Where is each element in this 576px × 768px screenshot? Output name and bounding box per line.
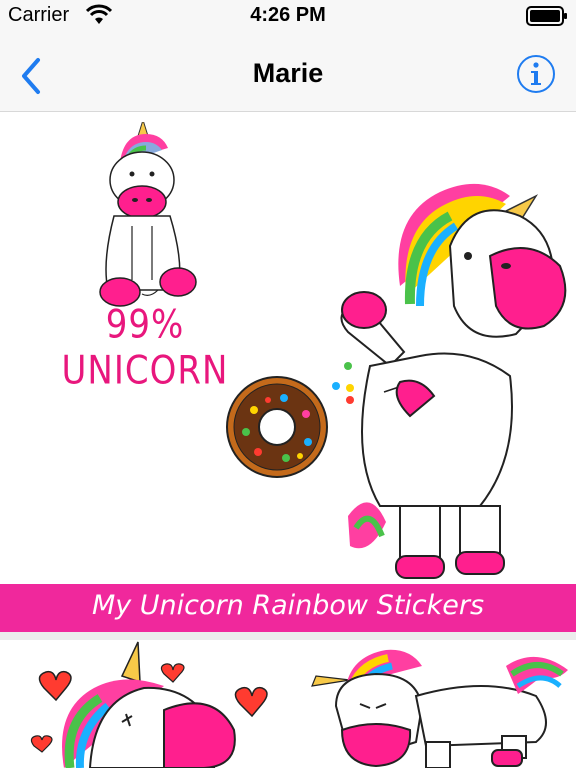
conversation-area: 99% UNICORN: [0, 112, 576, 584]
sticker-caption: 99% UNICORN: [61, 302, 229, 394]
sitting-unicorn-sticker[interactable]: [80, 122, 220, 312]
sticker-pack-banner: My Unicorn Rainbow Stickers: [0, 584, 576, 632]
unicorn-running-sticker[interactable]: [306, 646, 576, 768]
info-button[interactable]: [516, 54, 556, 94]
battery-full-icon: [526, 6, 567, 26]
conversation-title: Marie: [252, 58, 324, 88]
sticker-drawer: [0, 640, 576, 768]
sticker-pack-title: My Unicorn Rainbow Stickers: [91, 590, 485, 621]
navigation-bar: Marie: [0, 40, 576, 112]
status-bar: Carrier 4:26 PM: [0, 0, 576, 40]
unicorn-hearts-sticker[interactable]: [14, 640, 284, 768]
donut-sticker[interactable]: [224, 374, 330, 480]
drawer-divider: [0, 632, 576, 640]
dancing-unicorn-sticker[interactable]: [330, 156, 576, 584]
info-icon: [517, 55, 555, 93]
clock: 4:26 PM: [250, 4, 326, 26]
